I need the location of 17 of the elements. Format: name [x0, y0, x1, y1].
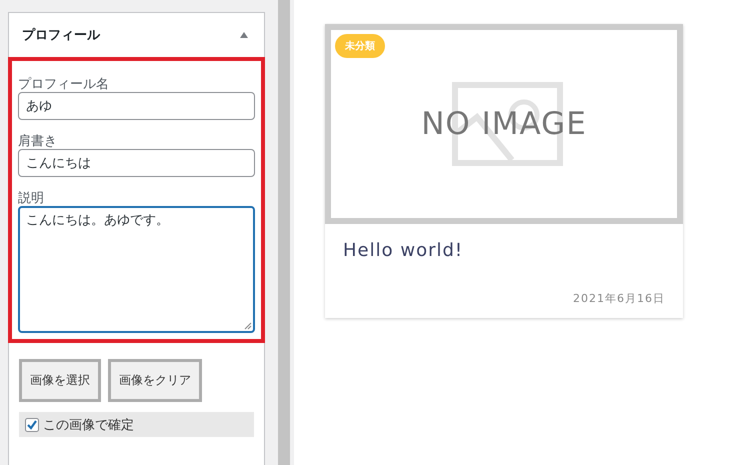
scrollbar-track[interactable]: [278, 0, 290, 465]
field-label: 肩書き: [18, 134, 58, 149]
resize-grip-icon[interactable]: [244, 322, 252, 330]
description-field[interactable]: こんにちは。あゆです。: [18, 206, 255, 333]
input-field[interactable]: こんにちは: [18, 149, 255, 177]
post-date: 2021年6月16日: [572, 291, 665, 306]
image-button[interactable]: 画像をクリア: [108, 359, 202, 402]
field-label: プロフィール名: [18, 77, 110, 92]
field-label: 説明: [18, 191, 45, 206]
input-field[interactable]: あゆ: [18, 92, 255, 120]
panel-title: プロフィール: [22, 26, 100, 44]
image-button[interactable]: 画像を選択: [19, 359, 101, 402]
no-image-text: NO IMAGE: [421, 106, 587, 142]
checkbox[interactable]: [25, 418, 39, 432]
collapse-icon[interactable]: [239, 31, 249, 39]
post-title[interactable]: Hello world!: [343, 240, 665, 261]
checkbox-label: この画像で確定: [43, 416, 134, 434]
